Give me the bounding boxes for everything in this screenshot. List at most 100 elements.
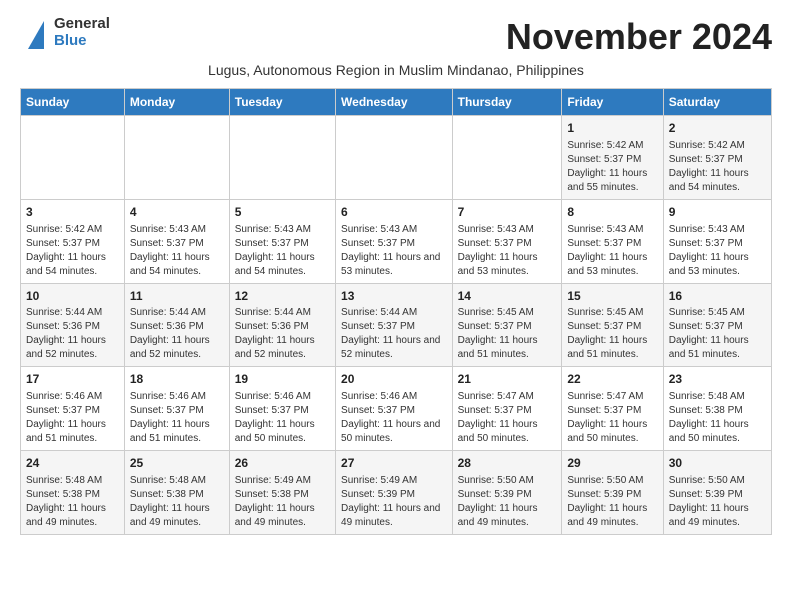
day-number: 3	[26, 204, 119, 221]
day-info: Sunrise: 5:49 AM Sunset: 5:38 PM Dayligh…	[235, 474, 330, 530]
calendar-week-row: 3 Sunrise: 5:42 AM Sunset: 5:37 PM Daylig…	[21, 199, 772, 283]
month-title: November 2024	[506, 16, 772, 58]
calendar-cell: 13Sunrise: 5:44 AM Sunset: 5:37 PM Dayli…	[336, 283, 453, 367]
calendar-cell: 28Sunrise: 5:50 AM Sunset: 5:39 PM Dayli…	[452, 451, 562, 535]
calendar-week-row: 24 Sunrise: 5:48 AM Sunset: 5:38 PM Dayli…	[21, 451, 772, 535]
calendar-cell: 2 Sunrise: 5:42 AM Sunset: 5:37 PM Daylig…	[663, 116, 771, 200]
col-header-thursday: Thursday	[452, 89, 562, 116]
day-number: 24	[26, 455, 119, 472]
day-info: Sunrise: 5:44 AM Sunset: 5:36 PM Dayligh…	[235, 306, 330, 362]
col-header-tuesday: Tuesday	[229, 89, 335, 116]
day-number: 2	[669, 120, 766, 137]
day-number: 29	[567, 455, 657, 472]
calendar-cell: 5Sunrise: 5:43 AM Sunset: 5:37 PM Daylig…	[229, 199, 335, 283]
col-header-friday: Friday	[562, 89, 663, 116]
day-number: 11	[130, 288, 224, 305]
day-number: 6	[341, 204, 447, 221]
calendar-cell: 3 Sunrise: 5:42 AM Sunset: 5:37 PM Daylig…	[21, 199, 125, 283]
calendar-cell: 15Sunrise: 5:45 AM Sunset: 5:37 PM Dayli…	[562, 283, 663, 367]
calendar-cell: 7 Sunrise: 5:43 AM Sunset: 5:37 PM Daylig…	[452, 199, 562, 283]
day-info: Sunrise: 5:44 AM Sunset: 5:37 PM Dayligh…	[341, 306, 447, 362]
day-info: Sunrise: 5:45 AM Sunset: 5:37 PM Dayligh…	[669, 306, 766, 362]
calendar-cell: 9Sunrise: 5:43 AM Sunset: 5:37 PM Daylig…	[663, 199, 771, 283]
calendar-cell: 21 Sunrise: 5:47 AM Sunset: 5:37 PM Dayli…	[452, 367, 562, 451]
calendar-cell: 26 Sunrise: 5:49 AM Sunset: 5:38 PM Dayli…	[229, 451, 335, 535]
calendar-cell: 16Sunrise: 5:45 AM Sunset: 5:37 PM Dayli…	[663, 283, 771, 367]
day-number: 27	[341, 455, 447, 472]
calendar-week-row: 10 Sunrise: 5:44 AM Sunset: 5:36 PM Dayli…	[21, 283, 772, 367]
calendar-week-row: 17 Sunrise: 5:46 AM Sunset: 5:37 PM Dayli…	[21, 367, 772, 451]
calendar-cell: 30 Sunrise: 5:50 AM Sunset: 5:39 PM Dayli…	[663, 451, 771, 535]
col-header-sunday: Sunday	[21, 89, 125, 116]
day-info: Sunrise: 5:43 AM Sunset: 5:37 PM Dayligh…	[458, 223, 557, 279]
day-info: Sunrise: 5:48 AM Sunset: 5:38 PM Dayligh…	[669, 390, 766, 446]
day-number: 8	[567, 204, 657, 221]
calendar-cell: 20 Sunrise: 5:46 AM Sunset: 5:37 PM Dayli…	[336, 367, 453, 451]
calendar-cell: 25 Sunrise: 5:48 AM Sunset: 5:38 PM Dayli…	[124, 451, 229, 535]
day-info: Sunrise: 5:49 AM Sunset: 5:39 PM Dayligh…	[341, 474, 447, 530]
subtitle: Lugus, Autonomous Region in Muslim Minda…	[20, 62, 772, 78]
day-number: 20	[341, 371, 447, 388]
day-info: Sunrise: 5:46 AM Sunset: 5:37 PM Dayligh…	[235, 390, 330, 446]
calendar-cell: 22Sunrise: 5:47 AM Sunset: 5:37 PM Dayli…	[562, 367, 663, 451]
calendar-cell	[21, 116, 125, 200]
day-number: 4	[130, 204, 224, 221]
day-info: Sunrise: 5:47 AM Sunset: 5:37 PM Dayligh…	[458, 390, 557, 446]
day-info: Sunrise: 5:44 AM Sunset: 5:36 PM Dayligh…	[130, 306, 224, 362]
day-info: Sunrise: 5:43 AM Sunset: 5:37 PM Dayligh…	[341, 223, 447, 279]
calendar-cell: 4 Sunrise: 5:43 AM Sunset: 5:37 PM Daylig…	[124, 199, 229, 283]
logo-general-text: General	[54, 16, 110, 33]
calendar-cell	[229, 116, 335, 200]
day-info: Sunrise: 5:45 AM Sunset: 5:37 PM Dayligh…	[567, 306, 657, 362]
calendar-cell: 23 Sunrise: 5:48 AM Sunset: 5:38 PM Dayli…	[663, 367, 771, 451]
day-number: 9	[669, 204, 766, 221]
day-info: Sunrise: 5:48 AM Sunset: 5:38 PM Dayligh…	[26, 474, 119, 530]
day-info: Sunrise: 5:45 AM Sunset: 5:37 PM Dayligh…	[458, 306, 557, 362]
calendar-cell	[336, 116, 453, 200]
calendar-cell: 10Sunrise: 5:44 AM Sunset: 5:36 PM Dayli…	[21, 283, 125, 367]
calendar-cell: 8 Sunrise: 5:43 AM Sunset: 5:37 PM Daylig…	[562, 199, 663, 283]
day-number: 22	[567, 371, 657, 388]
page-header: General Blue November 2024	[20, 16, 772, 58]
day-number: 10	[26, 288, 119, 305]
day-info: Sunrise: 5:43 AM Sunset: 5:37 PM Dayligh…	[130, 223, 224, 279]
calendar-cell: 14Sunrise: 5:45 AM Sunset: 5:37 PM Dayli…	[452, 283, 562, 367]
day-info: Sunrise: 5:50 AM Sunset: 5:39 PM Dayligh…	[567, 474, 657, 530]
calendar-cell: 18Sunrise: 5:46 AM Sunset: 5:37 PM Dayli…	[124, 367, 229, 451]
col-header-saturday: Saturday	[663, 89, 771, 116]
calendar-cell: 6 Sunrise: 5:43 AM Sunset: 5:37 PM Daylig…	[336, 199, 453, 283]
day-number: 17	[26, 371, 119, 388]
calendar-cell: 1 Sunrise: 5:42 AM Sunset: 5:37 PM Daylig…	[562, 116, 663, 200]
day-number: 23	[669, 371, 766, 388]
calendar-cell: 27 Sunrise: 5:49 AM Sunset: 5:39 PM Dayli…	[336, 451, 453, 535]
calendar-table: SundayMondayTuesdayWednesdayThursdayFrid…	[20, 88, 772, 535]
day-info: Sunrise: 5:43 AM Sunset: 5:37 PM Dayligh…	[235, 223, 330, 279]
calendar-cell: 24 Sunrise: 5:48 AM Sunset: 5:38 PM Dayli…	[21, 451, 125, 535]
day-number: 21	[458, 371, 557, 388]
day-info: Sunrise: 5:46 AM Sunset: 5:37 PM Dayligh…	[341, 390, 447, 446]
calendar-cell: 11Sunrise: 5:44 AM Sunset: 5:36 PM Dayli…	[124, 283, 229, 367]
day-number: 13	[341, 288, 447, 305]
day-info: Sunrise: 5:42 AM Sunset: 5:37 PM Dayligh…	[26, 223, 119, 279]
day-info: Sunrise: 5:42 AM Sunset: 5:37 PM Dayligh…	[567, 139, 657, 195]
day-info: Sunrise: 5:46 AM Sunset: 5:37 PM Dayligh…	[130, 390, 224, 446]
day-number: 1	[567, 120, 657, 137]
day-number: 7	[458, 204, 557, 221]
col-header-monday: Monday	[124, 89, 229, 116]
day-info: Sunrise: 5:46 AM Sunset: 5:37 PM Dayligh…	[26, 390, 119, 446]
day-number: 15	[567, 288, 657, 305]
calendar-header-row: SundayMondayTuesdayWednesdayThursdayFrid…	[21, 89, 772, 116]
day-info: Sunrise: 5:42 AM Sunset: 5:37 PM Dayligh…	[669, 139, 766, 195]
day-number: 19	[235, 371, 330, 388]
day-info: Sunrise: 5:48 AM Sunset: 5:38 PM Dayligh…	[130, 474, 224, 530]
day-number: 12	[235, 288, 330, 305]
day-number: 26	[235, 455, 330, 472]
day-info: Sunrise: 5:43 AM Sunset: 5:37 PM Dayligh…	[567, 223, 657, 279]
calendar-cell: 19 Sunrise: 5:46 AM Sunset: 5:37 PM Dayli…	[229, 367, 335, 451]
calendar-cell: 29 Sunrise: 5:50 AM Sunset: 5:39 PM Dayli…	[562, 451, 663, 535]
logo-blue-text: Blue	[54, 33, 110, 50]
day-info: Sunrise: 5:50 AM Sunset: 5:39 PM Dayligh…	[669, 474, 766, 530]
day-number: 30	[669, 455, 766, 472]
col-header-wednesday: Wednesday	[336, 89, 453, 116]
day-number: 25	[130, 455, 224, 472]
